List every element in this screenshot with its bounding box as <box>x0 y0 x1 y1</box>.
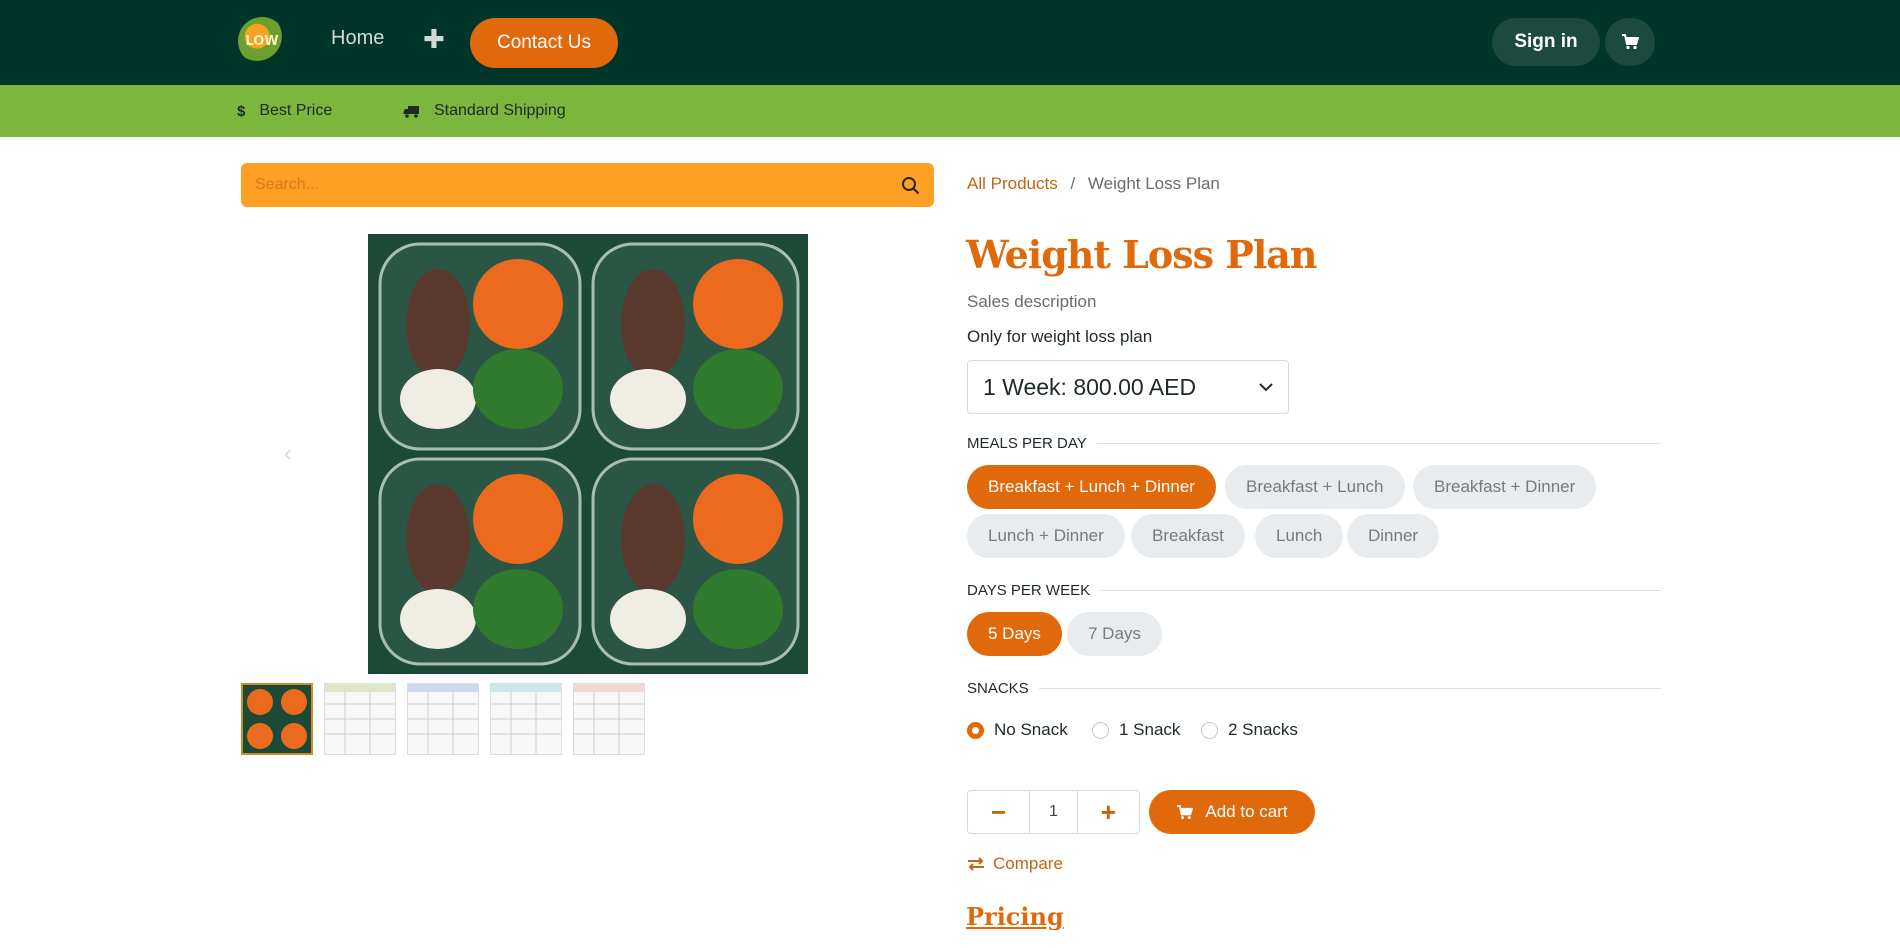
radio-icon[interactable] <box>1092 721 1109 739</box>
days-per-week-label: DAYS PER WEEK <box>967 582 1661 599</box>
snacks-heading: SNACKS <box>967 680 1029 697</box>
truck-icon <box>403 105 419 118</box>
perk-best-price-label: Best Price <box>259 102 333 119</box>
search-bar <box>241 163 934 207</box>
add-to-cart-button[interactable]: Add to cart <box>1149 790 1315 834</box>
top-navbar: LOW Home ✚ Contact Us Sign in <box>0 0 1900 85</box>
search-input[interactable] <box>255 176 901 194</box>
meal-box-bl <box>378 457 582 666</box>
perk-shipping-label: Standard Shipping <box>434 102 566 119</box>
search-icon[interactable] <box>901 176 920 195</box>
snack-option-2[interactable]: 2 Snacks <box>1201 720 1298 740</box>
meal-box-br <box>591 457 800 666</box>
variant-select[interactable]: 1 Week: 800.00 AED <box>967 360 1289 414</box>
breadcrumb-current: Weight Loss Plan <box>1087 174 1220 193</box>
snacks-label: SNACKS <box>967 680 1661 697</box>
dollar-icon: $ <box>237 102 246 120</box>
thumbnail-strip <box>241 683 645 755</box>
add-to-cart-label: Add to cart <box>1205 802 1288 821</box>
carousel-prev-icon[interactable]: ‹ <box>284 440 292 468</box>
breadcrumb: All Products / Weight Loss Plan <box>967 174 1220 194</box>
thumbnail-menu-3[interactable] <box>490 683 562 755</box>
days-per-week-heading: DAYS PER WEEK <box>967 582 1091 599</box>
meal-box-tr <box>591 242 800 451</box>
meal-option-lunch[interactable]: Lunch <box>1255 514 1344 558</box>
thumbnail-meal-photo[interactable] <box>241 683 313 755</box>
pricing-heading[interactable]: Pricing <box>966 902 1064 931</box>
compare-link[interactable]: Compare <box>967 854 1063 874</box>
product-title: Weight Loss Plan <box>966 232 1318 277</box>
snack-option-1[interactable]: 1 Snack <box>1092 720 1180 740</box>
perks-bar: $ Best Price Standard Shipping <box>0 85 1900 137</box>
snack-option-none[interactable]: No Snack <box>967 720 1068 740</box>
sales-description: Sales description <box>967 292 1097 311</box>
sign-in-button[interactable]: Sign in <box>1492 18 1600 66</box>
cart-icon <box>1177 804 1194 819</box>
quantity-minus-button[interactable]: − <box>968 791 1029 833</box>
nav-home-link[interactable]: Home <box>331 27 384 50</box>
quantity-input[interactable]: 1 <box>1029 791 1078 833</box>
snack-option-1-label: 1 Snack <box>1119 720 1181 739</box>
logo[interactable]: LOW <box>238 17 286 65</box>
perk-shipping: Standard Shipping <box>403 85 566 137</box>
thumbnail-menu-4[interactable] <box>573 683 645 755</box>
exchange-icon <box>968 857 984 871</box>
meal-option-lunch-dinner[interactable]: Lunch + Dinner <box>967 514 1125 558</box>
cart-button[interactable] <box>1605 18 1655 66</box>
meals-per-day-label: MEALS PER DAY <box>967 435 1661 452</box>
product-main-image <box>368 234 808 674</box>
meal-option-breakfast-lunch-dinner[interactable]: Breakfast + Lunch + Dinner <box>967 465 1216 509</box>
radio-selected-icon[interactable] <box>967 721 984 739</box>
radio-icon[interactable] <box>1201 721 1218 739</box>
thumbnail-menu-1[interactable] <box>324 683 396 755</box>
days-option-5[interactable]: 5 Days <box>967 612 1062 656</box>
breadcrumb-separator: / <box>1070 174 1076 193</box>
snack-option-2-label: 2 Snacks <box>1228 720 1298 739</box>
meal-option-dinner[interactable]: Dinner <box>1347 514 1440 558</box>
meal-box-tl <box>378 242 582 451</box>
quantity-stepper: − 1 + <box>967 790 1140 834</box>
meals-per-day-heading: MEALS PER DAY <box>967 435 1087 452</box>
thumbnail-menu-2[interactable] <box>407 683 479 755</box>
contact-us-button[interactable]: Contact Us <box>470 18 618 68</box>
variant-select-value: 1 Week: 800.00 AED <box>983 373 1197 400</box>
perk-best-price: $ Best Price <box>237 85 332 137</box>
nav-more-icon[interactable]: ✚ <box>423 24 445 55</box>
meal-option-breakfast[interactable]: Breakfast <box>1131 514 1245 558</box>
meal-option-breakfast-dinner[interactable]: Breakfast + Dinner <box>1413 465 1597 509</box>
breadcrumb-all-products[interactable]: All Products <box>967 174 1058 193</box>
compare-label: Compare <box>993 854 1063 873</box>
quantity-plus-button[interactable]: + <box>1078 791 1139 833</box>
product-note: Only for weight loss plan <box>967 327 1153 346</box>
cart-icon <box>1622 34 1639 50</box>
meal-option-breakfast-lunch[interactable]: Breakfast + Lunch <box>1225 465 1405 509</box>
snack-option-none-label: No Snack <box>994 720 1068 739</box>
days-option-7[interactable]: 7 Days <box>1067 612 1162 656</box>
chevron-down-icon <box>1259 382 1273 391</box>
logo-text: LOW <box>245 33 279 49</box>
meal-boxes-image <box>368 234 808 674</box>
